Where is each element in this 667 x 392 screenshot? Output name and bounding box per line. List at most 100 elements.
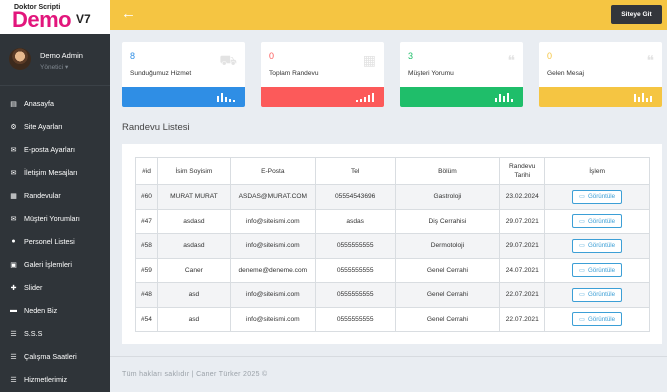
sidebar-item-label: Randevular <box>24 191 61 200</box>
sidebar-item-randevular[interactable]: ▦ Randevular <box>0 184 110 207</box>
list-icon: ☰ <box>10 376 17 384</box>
sidebar-item-label: E-posta Ayarları <box>24 145 76 154</box>
cell-phone: 0555555555 <box>314 306 396 332</box>
stat-card-appointments[interactable]: 0 Toplam Randevu ▦ <box>261 42 384 107</box>
sidebar: Doktor Scripti Demo V7 Demo Admin Yöneti… <box>0 0 110 392</box>
sidebar-item-label: Site Ayarları <box>24 122 63 131</box>
stat-label: Gelen Mesaj <box>547 70 585 77</box>
appointment-table: #id İsim Soyisim E-Posta Tel Bölüm Rande… <box>135 157 650 332</box>
user-name: Demo Admin <box>40 51 83 60</box>
sidebar-item-label: Müşteri Yorumları <box>24 214 80 223</box>
bar-chart-icon <box>216 93 235 102</box>
cell-department: Diş Cerrahisi <box>394 208 501 234</box>
sidebar-item-personel-listesi[interactable]: ● Personel Listesi <box>0 230 110 253</box>
appointment-panel: #id İsim Soyisim E-Posta Tel Bölüm Rande… <box>122 144 662 344</box>
stat-bar <box>400 87 523 107</box>
cell-date: 24.07.2021 <box>499 257 546 283</box>
cell-action: ▭ Görüntüle <box>544 208 650 234</box>
site-button[interactable]: Siteye Git <box>611 5 662 24</box>
table-row: #47 asdasd info@siteismi.com asdas Diş C… <box>135 208 650 234</box>
monitor-icon: ▭ <box>579 291 585 299</box>
brand-title: Demo <box>12 7 72 32</box>
cell-action: ▭ Görüntüle <box>544 282 650 308</box>
sidebar-item-musteri-yorumlari[interactable]: ✉ Müşteri Yorumları <box>0 207 110 230</box>
table-row: #59 Caner deneme@deneme.com 0555555555 G… <box>135 257 650 283</box>
table-row: #58 asdasd info@siteismi.com 0555555555 … <box>135 233 650 259</box>
sidebar-item-galeri-islemleri[interactable]: ▣ Galeri İşlemleri <box>0 253 110 276</box>
images-icon: ▣ <box>10 261 17 269</box>
monitor-icon: ▭ <box>579 266 585 274</box>
bar-chart-icon <box>355 93 374 102</box>
calendar-icon: ▦ <box>362 52 376 68</box>
cell-name: Caner <box>156 257 231 283</box>
view-button[interactable]: ▭ Görüntüle <box>572 189 623 204</box>
calendar-icon: ▦ <box>10 192 17 200</box>
cell-name: asd <box>156 306 231 332</box>
sidebar-item-iletisim-mesajlari[interactable]: ✉ İletişim Mesajları <box>0 161 110 184</box>
cell-email: info@siteismi.com <box>229 208 316 234</box>
sidebar-item-site-ayarlari[interactable]: ⚙ Site Ayarları <box>0 115 110 138</box>
bookmark-icon: ▬ <box>10 307 17 314</box>
stat-value: 0 <box>547 51 553 61</box>
view-button[interactable]: ▭ Görüntüle <box>572 287 623 302</box>
view-button[interactable]: ▭ Görüntüle <box>572 238 623 253</box>
sidebar-item-eposta-ayarlari[interactable]: ✉ E-posta Ayarları <box>0 138 110 161</box>
cell-name: asd <box>156 282 231 308</box>
puzzle-icon: ✚ <box>10 284 17 292</box>
cell-email: ASDAS@MURAT.COM <box>229 184 316 210</box>
view-button[interactable]: ▭ Görüntüle <box>572 214 623 229</box>
view-button-label: Görüntüle <box>587 193 616 201</box>
cell-name: MURAT MURAT <box>156 184 231 210</box>
sidebar-item-slider[interactable]: ✚ Slider <box>0 276 110 299</box>
stat-label: Toplam Randevu <box>269 70 319 77</box>
view-button[interactable]: ▭ Görüntüle <box>572 263 623 278</box>
caret-down-icon: ▾ <box>64 64 69 71</box>
cell-id: #47 <box>135 208 158 234</box>
topbar: ← Siteye Git <box>110 0 667 30</box>
cell-id: #58 <box>135 233 158 259</box>
cell-date: 22.07.2021 <box>499 306 546 332</box>
sidebar-item-hizmetlerimiz[interactable]: ☰ Hizmetlerimiz <box>0 368 110 391</box>
sidebar-item-anasayfa[interactable]: ▤ Anasayfa <box>0 92 110 115</box>
col-name: İsim Soyisim <box>156 157 231 185</box>
brand-logo[interactable]: Doktor Scripti Demo V7 <box>0 0 110 34</box>
arrow-left-icon[interactable]: ← <box>121 5 136 22</box>
monitor-icon: ▭ <box>579 242 585 250</box>
sidebar-item-neden-biz[interactable]: ▬ Neden Biz <box>0 299 110 322</box>
cell-action: ▭ Görüntüle <box>544 257 650 283</box>
cell-id: #59 <box>135 257 158 283</box>
sidebar-item-label: İletişim Mesajları <box>24 168 78 177</box>
stat-value: 8 <box>130 51 136 61</box>
user-role-dropdown[interactable]: Yönetici ▾ <box>40 63 68 71</box>
cell-phone: 0555555555 <box>314 233 396 259</box>
list-icon: ☰ <box>10 353 17 361</box>
cell-name: asdasd <box>156 233 231 259</box>
stat-cards: 8 Sunduğumuz Hizmet ⛟ 0 Toplam Randevu ▦… <box>122 42 662 107</box>
view-button[interactable]: ▭ Görüntüle <box>572 312 623 327</box>
comments-icon: ❝ <box>507 52 515 68</box>
cell-phone: 0555555555 <box>314 282 396 308</box>
cell-department: Dermotoloji <box>394 233 501 259</box>
cell-department: Genel Cerrahi <box>394 306 501 332</box>
cell-email: info@siteismi.com <box>229 282 316 308</box>
sidebar-item-label: Çalışma Saatleri <box>24 352 77 361</box>
stat-card-reviews[interactable]: 3 Müşteri Yorumu ❝ <box>400 42 523 107</box>
view-button-label: Görüntüle <box>587 315 616 323</box>
stat-card-messages[interactable]: 0 Gelen Mesaj ❝ <box>539 42 662 107</box>
stat-card-services[interactable]: 8 Sunduğumuz Hizmet ⛟ <box>122 42 245 107</box>
sidebar-item-label: Hizmetlerimiz <box>24 375 68 384</box>
list-icon: ☰ <box>10 330 17 338</box>
bar-chart-icon <box>633 93 652 102</box>
cell-id: #54 <box>135 306 158 332</box>
cell-date: 29.07.2021 <box>499 208 546 234</box>
gear-icon: ⚙ <box>10 123 17 131</box>
truck-icon: ⛟ <box>219 52 237 68</box>
envelope-icon: ✉ <box>10 146 17 154</box>
stat-bar <box>122 87 245 107</box>
sidebar-item-sss[interactable]: ☰ S.S.S <box>0 322 110 345</box>
cell-id: #48 <box>135 282 158 308</box>
col-id: #id <box>135 157 158 185</box>
sidebar-item-calisma-saatleri[interactable]: ☰ Çalışma Saatleri <box>0 345 110 368</box>
avatar <box>9 48 31 70</box>
envelope-icon: ✉ <box>10 215 17 223</box>
